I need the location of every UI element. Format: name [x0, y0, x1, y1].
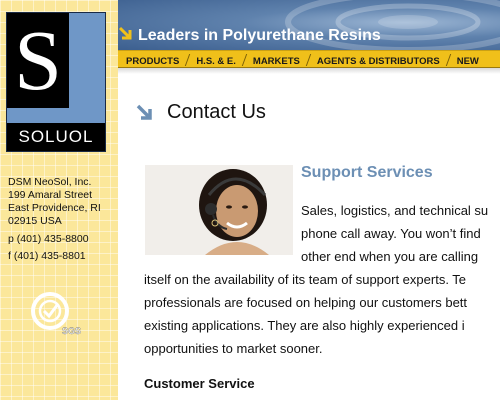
support-agent-photo: [145, 165, 293, 255]
company-name: DSM NeoSol, Inc.: [8, 176, 92, 188]
nav-news[interactable]: NEW: [449, 54, 487, 67]
nav-agents-distributors[interactable]: AGENTS & DISTRIBUTORS: [309, 54, 448, 67]
arrow-down-right-icon: [136, 104, 152, 120]
badge-label: SGS: [62, 326, 81, 336]
soluol-logo[interactable]: S SOLUOL: [6, 12, 106, 152]
sidebar: S SOLUOL DSM NeoSol, Inc. 199 Amaral Str…: [0, 0, 118, 400]
company-zip: 02915 USA: [8, 215, 62, 227]
nav-markets[interactable]: MARKETS: [245, 54, 308, 67]
paragraph-line: phone call away. You won’t find: [301, 226, 481, 241]
support-services-heading: Support Services: [301, 164, 433, 181]
paragraph-line: Sales, logistics, and technical su: [301, 203, 489, 218]
logo-wordmark: SOLUOL: [7, 123, 105, 151]
nav-shadow: [118, 68, 500, 74]
main-nav: PRODUCTS H.S. & E. MARKETS AGENTS & DISTRIB…: [118, 50, 500, 68]
page-title: Contact Us: [167, 101, 266, 123]
logo-letter: S: [7, 13, 69, 108]
company-street: 199 Amaral Street: [8, 189, 93, 201]
customer-service-heading: Customer Service: [144, 376, 255, 391]
company-city: East Providence, RI: [8, 202, 101, 214]
header-tagline: Leaders in Polyurethane Resins: [138, 27, 381, 44]
company-phone: p (401) 435-8800: [8, 233, 89, 245]
sgs-certification-badge-icon: SGS: [31, 292, 81, 336]
paragraph-line: other end when you are calling: [301, 249, 479, 264]
paragraph-line: existing applications. They are also hig…: [144, 318, 465, 333]
company-address: DSM NeoSol, Inc. 199 Amaral Street East …: [8, 176, 101, 228]
paragraph-line: professionals are focused on helping our…: [144, 295, 468, 310]
paragraph-line: opportunities to market sooner.: [144, 341, 323, 356]
paragraph-line: itself on the availability of its team o…: [144, 272, 467, 287]
company-fax: f (401) 435-8801: [8, 250, 86, 262]
arrow-down-right-icon: [118, 26, 132, 40]
nav-hse[interactable]: H.S. & E.: [188, 54, 244, 67]
nav-products[interactable]: PRODUCTS: [118, 54, 187, 67]
